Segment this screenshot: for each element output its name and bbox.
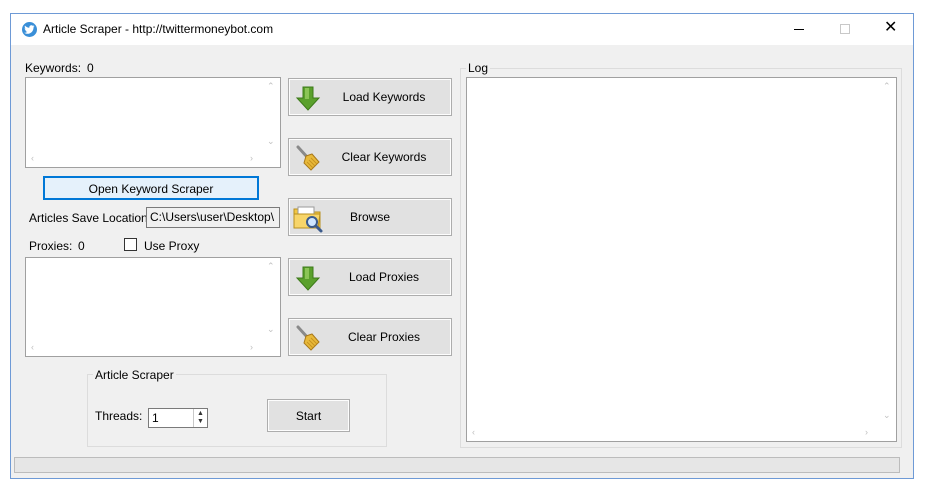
proxies-vscrollbar[interactable]: ⌃ ⌄ (263, 258, 280, 341)
window-title: Article Scraper - http://twittermoneybot… (43, 22, 274, 36)
load-keywords-button[interactable]: Load Keywords (288, 78, 452, 116)
maximize-button[interactable] (822, 14, 868, 44)
log-hscrollbar[interactable]: ‹ › (467, 424, 879, 441)
scroll-left-icon[interactable]: ‹ (31, 342, 34, 352)
use-proxy-label: Use Proxy (144, 239, 200, 253)
keywords-list[interactable]: ⌃ ⌄ ‹ › (25, 77, 281, 168)
clear-keywords-button[interactable]: Clear Keywords (288, 138, 452, 176)
threads-value: 1 (152, 411, 159, 425)
use-proxy-checkbox[interactable] (124, 238, 137, 251)
spin-down-icon[interactable]: ▼ (197, 418, 204, 425)
keywords-vscrollbar[interactable]: ⌃ ⌄ (263, 78, 280, 152)
proxies-hscrollbar[interactable]: ‹ › (26, 339, 263, 356)
start-button[interactable]: Start (267, 399, 350, 432)
keywords-hscrollbar[interactable]: ‹ › (26, 150, 263, 167)
clear-proxies-label: Clear Proxies (347, 330, 421, 344)
clear-proxies-button[interactable]: Clear Proxies (288, 318, 452, 356)
scroll-left-icon[interactable]: ‹ (472, 427, 475, 437)
progress-bar (14, 457, 900, 473)
close-button[interactable]: ✕ (868, 14, 914, 44)
log-vscrollbar[interactable]: ⌃ ⌄ (879, 78, 896, 426)
scroll-right-icon[interactable]: › (250, 153, 253, 163)
browse-label: Browse (349, 210, 390, 224)
scroll-right-icon[interactable]: › (250, 342, 253, 352)
minimize-button[interactable] (776, 14, 822, 44)
log-textbox[interactable]: ⌃ ⌄ ‹ › (466, 77, 897, 442)
proxies-label: Proxies: (29, 239, 73, 253)
maximize-icon (840, 24, 850, 34)
scroll-up-icon[interactable]: ⌃ (267, 81, 275, 91)
load-proxies-button[interactable]: Load Proxies (288, 258, 452, 296)
scroll-up-icon[interactable]: ⌃ (883, 81, 891, 91)
scroll-left-icon[interactable]: ‹ (31, 153, 34, 163)
spin-up-icon[interactable]: ▲ (197, 410, 204, 417)
save-location-label: Articles Save Location: (29, 211, 152, 225)
load-proxies-label: Load Proxies (348, 270, 420, 284)
twitter-bird-icon (22, 22, 37, 37)
minimize-icon (794, 29, 804, 30)
proxies-list[interactable]: ⌃ ⌄ ‹ › (25, 257, 281, 357)
threads-stepper[interactable]: 1 ▲ ▼ (148, 408, 208, 428)
browse-button[interactable]: Browse (288, 198, 452, 236)
open-keyword-scraper-label: Open Keyword Scraper (88, 182, 214, 196)
threads-spin[interactable]: ▲ ▼ (193, 409, 207, 427)
scroll-down-icon[interactable]: ⌄ (267, 324, 275, 334)
title-bar: Article Scraper - http://twittermoneybot… (11, 14, 913, 45)
scroll-down-icon[interactable]: ⌄ (267, 136, 275, 146)
keywords-label: Keywords: (25, 61, 82, 75)
open-keyword-scraper-button[interactable]: Open Keyword Scraper (43, 176, 259, 200)
start-label: Start (295, 408, 322, 423)
scroll-right-icon[interactable]: › (865, 427, 868, 437)
threads-label: Threads: (95, 409, 143, 423)
scroll-up-icon[interactable]: ⌃ (267, 261, 275, 271)
close-icon: ✕ (884, 19, 898, 36)
log-group-title: Log (466, 61, 491, 75)
scroll-down-icon[interactable]: ⌄ (883, 410, 891, 420)
article-scraper-group-title: Article Scraper (93, 368, 176, 382)
proxies-count: 0 (78, 239, 85, 253)
main-window: Article Scraper - http://twittermoneybot… (10, 13, 914, 479)
clear-keywords-label: Clear Keywords (341, 150, 427, 164)
save-location-field[interactable]: C:\Users\user\Desktop\ (146, 207, 280, 228)
keywords-count: 0 (87, 61, 94, 75)
load-keywords-label: Load Keywords (342, 90, 426, 104)
